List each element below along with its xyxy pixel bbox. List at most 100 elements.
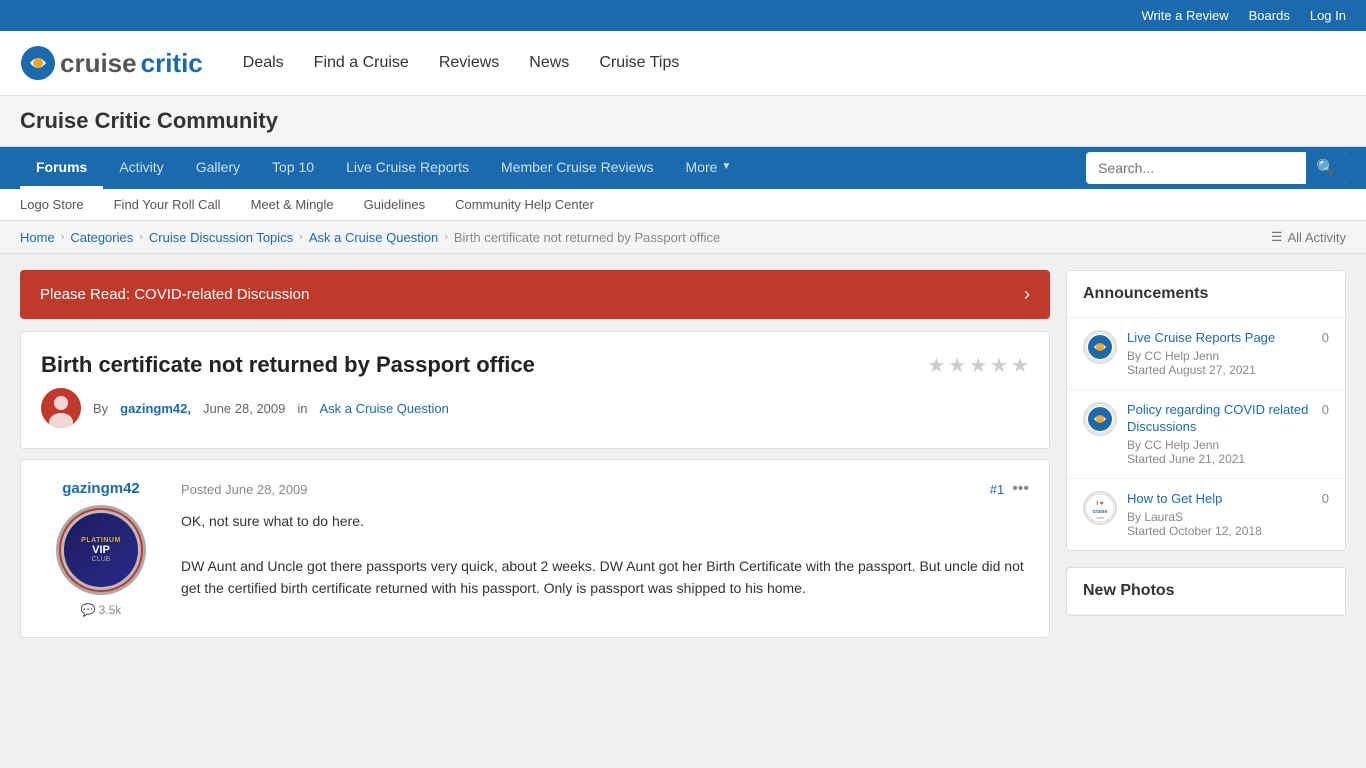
forums-search: 🔍 — [1086, 152, 1346, 184]
nav-deals[interactable]: Deals — [243, 54, 284, 72]
breadcrumb-cruise-discussion[interactable]: Cruise Discussion Topics — [149, 230, 293, 245]
breadcrumb-categories[interactable]: Categories — [70, 230, 133, 245]
star-1: ★ — [927, 353, 945, 378]
new-photos-header: New Photos — [1067, 568, 1345, 615]
comment-count: 3.5k — [99, 603, 122, 617]
main-navigation: Deals Find a Cruise Reviews News Cruise … — [243, 54, 680, 72]
boards-link[interactable]: Boards — [1249, 8, 1290, 23]
post-content-column: Posted June 28, 2009 #1 ••• OK, not sure… — [181, 480, 1029, 617]
community-bar: Cruise Critic Community — [0, 96, 1366, 147]
nav-cruise-tips[interactable]: Cruise Tips — [599, 54, 679, 72]
announcement-item-2: Policy regarding COVID related Discussio… — [1067, 390, 1345, 479]
tab-activity[interactable]: Activity — [103, 147, 179, 189]
cc-logo-icon-2 — [1085, 404, 1115, 434]
breadcrumb-sep-4: › — [444, 231, 448, 243]
announcement-by-1: By CC Help Jenn — [1127, 349, 1312, 363]
cruise-critic-logo-icon — [20, 45, 56, 81]
top-bar: Write a Review Boards Log In — [0, 0, 1366, 31]
breadcrumb: Home › Categories › Cruise Discussion To… — [20, 230, 720, 245]
post-options-button[interactable]: ••• — [1012, 480, 1029, 498]
nav-find-cruise[interactable]: Find a Cruise — [314, 54, 409, 72]
post-text: OK, not sure what to do here. DW Aunt an… — [181, 510, 1029, 600]
post-number[interactable]: #1 — [990, 482, 1004, 497]
announcement-icon-1 — [1083, 330, 1117, 364]
login-link[interactable]: Log In — [1310, 8, 1346, 23]
tab-gallery[interactable]: Gallery — [180, 147, 256, 189]
main-content: Please Read: COVID-related Discussion › … — [0, 254, 1366, 654]
topic-author-avatar — [41, 388, 81, 428]
tab-member-cruise-reviews[interactable]: Member Cruise Reviews — [485, 147, 669, 189]
post-paragraph-2: DW Aunt and Uncle got there passports ve… — [181, 555, 1029, 600]
search-icon: 🔍 — [1316, 160, 1336, 177]
breadcrumb-bar: Home › Categories › Cruise Discussion To… — [0, 221, 1366, 254]
tab-top10[interactable]: Top 10 — [256, 147, 330, 189]
announcement-date-1: Started August 27, 2021 — [1127, 363, 1312, 377]
announcement-by-3: By LauraS — [1127, 510, 1312, 524]
subnav-community-help[interactable]: Community Help Center — [455, 197, 594, 212]
announcement-title-1[interactable]: Live Cruise Reports Page — [1127, 330, 1312, 347]
platinum-badge: PLATINUM VIP CLUB — [61, 510, 141, 590]
active-tab-indicator — [54, 186, 70, 194]
write-review-link[interactable]: Write a Review — [1141, 8, 1228, 23]
announcement-body-2: Policy regarding COVID related Discussio… — [1127, 402, 1312, 466]
post-author-column: gazingm42 PLATINUM VIP CLUB 💬 3.5k — [41, 480, 161, 617]
announcement-title-3[interactable]: How to Get Help — [1127, 491, 1312, 508]
post-actions: #1 ••• — [990, 480, 1029, 498]
post-header: Posted June 28, 2009 #1 ••• — [181, 480, 1029, 498]
vip-label: VIP — [92, 544, 110, 556]
forums-navigation: Forums Activity Gallery Top 10 Live Crui… — [0, 147, 1366, 189]
announcement-date-2: Started June 21, 2021 — [1127, 452, 1312, 466]
topic-header: Birth certificate not returned by Passpo… — [20, 331, 1050, 449]
post-paragraph-1: OK, not sure what to do here. — [181, 510, 1029, 532]
cc-logo-icon-1 — [1085, 332, 1115, 362]
search-input[interactable] — [1086, 154, 1306, 182]
comment-bubble-icon: 💬 — [81, 603, 96, 617]
announcement-item-1: Live Cruise Reports Page By CC Help Jenn… — [1067, 318, 1345, 390]
sub-navigation: Logo Store Find Your Roll Call Meet & Mi… — [0, 189, 1366, 221]
announcements-header: Announcements — [1067, 271, 1345, 318]
star-4: ★ — [990, 353, 1008, 378]
topic-meta: By gazingm42, June 28, 2009 in Ask a Cru… — [41, 388, 1029, 428]
covid-banner-arrow: › — [1024, 284, 1030, 305]
nav-news[interactable]: News — [529, 54, 569, 72]
right-column: Announcements Live Cruise Reports Page B… — [1066, 270, 1346, 638]
announcement-count-1: 0 — [1322, 330, 1329, 345]
search-button[interactable]: 🔍 — [1306, 152, 1346, 184]
announcement-by-2: By CC Help Jenn — [1127, 438, 1312, 452]
star-rating: ★ ★ ★ ★ ★ — [927, 353, 1029, 378]
logo-text-cruise: cruise — [60, 48, 137, 79]
announcement-body-3: How to Get Help By LauraS Started Octobe… — [1127, 491, 1312, 538]
topic-author-link[interactable]: gazingm42, — [120, 401, 191, 416]
post-inner: gazingm42 PLATINUM VIP CLUB 💬 3.5k — [21, 460, 1049, 637]
topic-date: June 28, 2009 — [203, 401, 285, 416]
star-2: ★ — [948, 353, 966, 378]
announcement-icon-2 — [1083, 402, 1117, 436]
post-author-name[interactable]: gazingm42 — [41, 480, 161, 497]
logo-text-critic: critic — [141, 48, 203, 79]
breadcrumb-sep-1: › — [61, 231, 65, 243]
post-comments-count: 💬 3.5k — [41, 603, 161, 617]
subnav-logo-store[interactable]: Logo Store — [20, 197, 84, 212]
tab-forums[interactable]: Forums — [20, 147, 103, 189]
announcement-title-2[interactable]: Policy regarding COVID related Discussio… — [1127, 402, 1312, 436]
covid-banner[interactable]: Please Read: COVID-related Discussion › — [20, 270, 1050, 319]
breadcrumb-ask-cruise[interactable]: Ask a Cruise Question — [309, 230, 438, 245]
all-activity-label: All Activity — [1287, 230, 1346, 245]
breadcrumb-home[interactable]: Home — [20, 230, 55, 245]
svg-text:critic: critic — [1096, 515, 1104, 520]
subnav-find-roll-call[interactable]: Find Your Roll Call — [114, 197, 221, 212]
tab-more[interactable]: More ▼ — [670, 147, 748, 189]
announcement-item-3: I ♥ cruise critic How to Get Help By Lau… — [1067, 479, 1345, 550]
site-header: cruisecritic Deals Find a Cruise Reviews… — [0, 31, 1366, 96]
all-activity-link[interactable]: ☰ All Activity — [1271, 229, 1346, 245]
breadcrumb-current: Birth certificate not returned by Passpo… — [454, 230, 720, 245]
subnav-guidelines[interactable]: Guidelines — [364, 197, 425, 212]
topic-title-row: Birth certificate not returned by Passpo… — [41, 352, 1029, 378]
nav-reviews[interactable]: Reviews — [439, 54, 499, 72]
forums-nav-items: Forums Activity Gallery Top 10 Live Crui… — [20, 147, 747, 189]
topic-forum-link[interactable]: Ask a Cruise Question — [320, 401, 449, 416]
subnav-meet-mingle[interactable]: Meet & Mingle — [251, 197, 334, 212]
site-logo[interactable]: cruisecritic — [20, 45, 203, 81]
star-5: ★ — [1011, 353, 1029, 378]
tab-live-cruise-reports[interactable]: Live Cruise Reports — [330, 147, 485, 189]
